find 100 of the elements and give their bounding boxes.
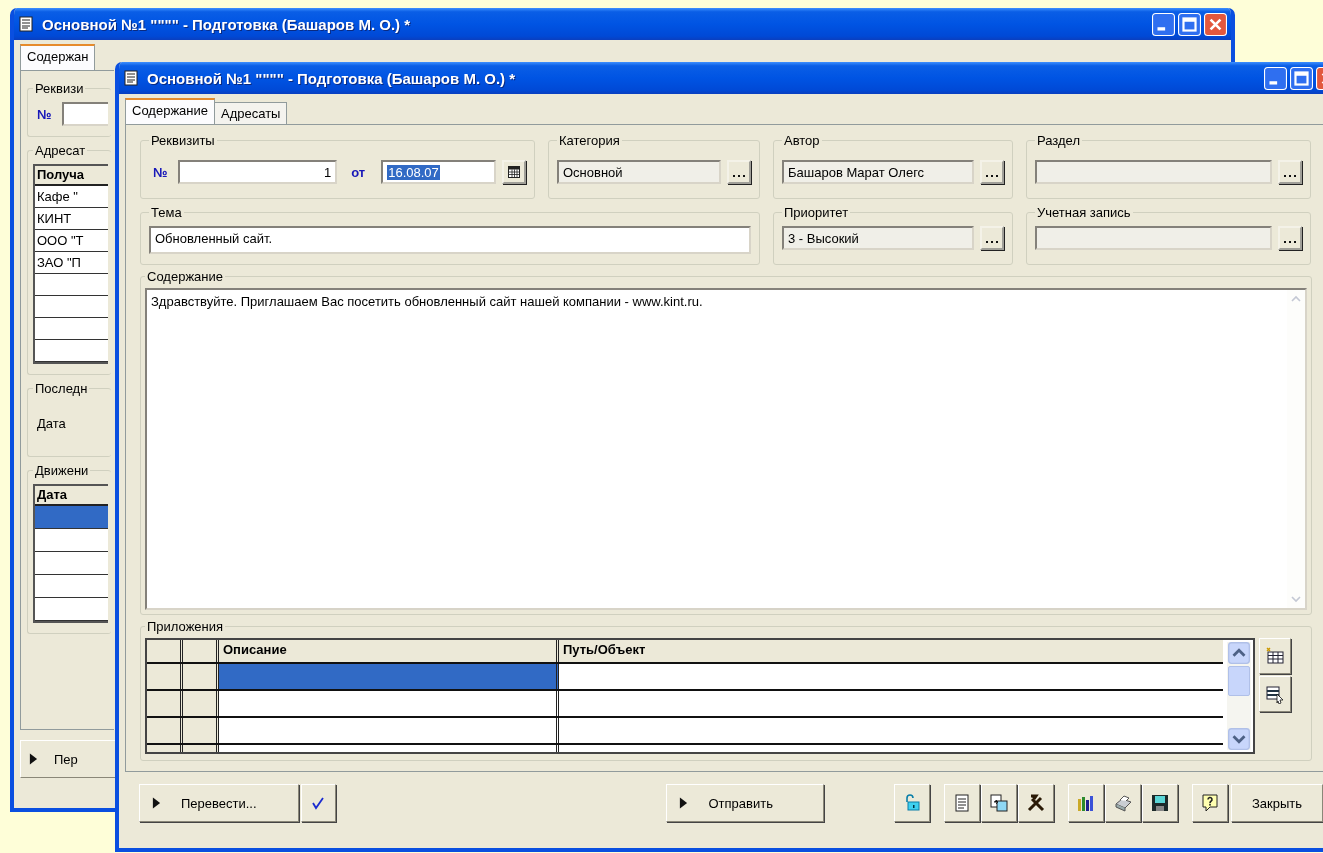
maximize-button[interactable] [1178, 12, 1201, 36]
select-row-button[interactable] [1259, 676, 1291, 712]
group-label: Раздел [1036, 133, 1081, 148]
column-header: Путь/Объект [559, 640, 1223, 662]
account-field[interactable] [1035, 226, 1272, 250]
unlock-button[interactable] [894, 784, 930, 822]
date-field[interactable]: 16.08.07 [381, 160, 497, 184]
category-field[interactable]: Основной [557, 160, 721, 184]
minimize-button[interactable] [1264, 66, 1287, 90]
close-button[interactable]: Закрыть [1231, 784, 1323, 822]
browse-button[interactable] [1278, 226, 1302, 250]
date-label: от [350, 164, 367, 180]
number-label: № [152, 164, 169, 180]
browse-button[interactable] [1278, 160, 1302, 184]
help-button[interactable] [1192, 784, 1228, 822]
close-button[interactable] [1204, 12, 1227, 36]
scrollbar[interactable] [1287, 290, 1305, 608]
save-button[interactable] [1142, 784, 1178, 822]
document-icon [952, 793, 972, 813]
list-cursor-icon [1265, 684, 1285, 704]
group-label: Категория [558, 133, 621, 148]
table-cell[interactable] [219, 664, 559, 689]
minimize-button[interactable] [1152, 12, 1175, 36]
play-icon [152, 796, 161, 810]
ellipsis-icon [1284, 174, 1296, 178]
ellipsis-icon [986, 240, 998, 244]
translate-button[interactable]: Перевести... [139, 784, 299, 822]
translate-button[interactable]: Пер [20, 740, 115, 778]
row-header [147, 664, 183, 689]
ellipsis-icon [733, 174, 745, 178]
document-button[interactable] [944, 784, 980, 822]
books-icon [1076, 793, 1096, 813]
message-field[interactable]: Здравствуйте. Приглашаем Вас посетить обновленный сайт нашей компании - www.kint.ru. [145, 288, 1307, 610]
number-label: № [36, 106, 53, 122]
calendar-icon [508, 166, 520, 178]
help-icon [1200, 793, 1220, 813]
group-label: Учетная запись [1036, 205, 1132, 220]
window-title: Основной №1 """" - Подготовка (Башаров М. О.) * [42, 15, 411, 33]
column-header: Получа [35, 166, 108, 186]
message-text: Здравствуйте. Приглашаем Вас посетить обновленный сайт нашей компании - www.kint.ru. [151, 294, 703, 309]
printer-icon [1113, 793, 1133, 813]
group-label: Автор [783, 133, 821, 148]
group-label: Реквизиты [150, 133, 216, 148]
table-cell: ЗАО "П [35, 252, 108, 274]
date-value: 16.08.07 [387, 165, 440, 180]
row-header [147, 691, 183, 716]
maximize-button[interactable] [1290, 66, 1313, 90]
group-label: Реквизи [34, 81, 85, 96]
group-label: Последн [34, 381, 89, 396]
section-field[interactable] [1035, 160, 1272, 184]
books-button[interactable] [1068, 784, 1104, 822]
group-label: Приоритет [783, 205, 850, 220]
group-label: Адресат [34, 143, 87, 158]
priority-field[interactable]: 3 - Высокий [782, 226, 974, 250]
ellipsis-icon [1284, 240, 1296, 244]
group-label: Приложения [146, 619, 225, 634]
send-button[interactable]: Отправить [666, 784, 824, 822]
row-header [147, 640, 183, 662]
scrollbar[interactable] [1227, 642, 1251, 750]
group-label: Тема [150, 205, 183, 220]
scroll-thumb[interactable] [1228, 666, 1250, 696]
window-title: Основной №1 """" - Подготовка (Башаров М. О.) * [147, 69, 516, 87]
browse-button[interactable] [980, 226, 1004, 250]
add-row-button[interactable] [1259, 638, 1291, 674]
group-label: Движени [34, 463, 90, 478]
document-icon [18, 16, 34, 32]
scroll-down-icon[interactable] [1228, 728, 1250, 750]
printer-button[interactable] [1105, 784, 1141, 822]
topic-field[interactable]: Обновленный сайт. [149, 226, 751, 254]
number-field[interactable]: 1 [177, 160, 338, 184]
table-cell: ООО "Т [35, 230, 108, 252]
tools-button[interactable] [1018, 784, 1054, 822]
document-icon [123, 70, 139, 86]
table-cell: Кафе " [35, 186, 108, 208]
column-header: Описание [219, 640, 559, 662]
group-label: Содержание [146, 269, 224, 284]
play-icon [679, 796, 689, 810]
row-header [183, 664, 219, 689]
table-row[interactable] [35, 506, 108, 529]
author-field[interactable]: Башаров Марат Олегс [782, 160, 974, 184]
calendar-button[interactable] [502, 160, 526, 184]
scroll-up-icon[interactable] [1228, 642, 1250, 664]
browse-button[interactable] [980, 160, 1004, 184]
tools-icon [1026, 793, 1046, 813]
ellipsis-icon [986, 174, 998, 178]
tab[interactable]: Содержан [20, 44, 96, 70]
row-header [183, 640, 219, 662]
tab[interactable]: Адресаты [214, 102, 288, 124]
table-cell: КИНТ [35, 208, 108, 230]
copy-button[interactable] [981, 784, 1017, 822]
date-label: Дата [36, 415, 67, 433]
tab[interactable]: Содержание [125, 98, 215, 124]
row-header [183, 691, 219, 716]
number-field[interactable] [61, 102, 108, 126]
floppy-icon [1150, 793, 1170, 813]
column-header: Дата [35, 486, 108, 506]
check-button[interactable] [300, 784, 337, 822]
row-header [147, 718, 183, 743]
browse-button[interactable] [727, 160, 751, 184]
table-icon [1265, 646, 1285, 666]
